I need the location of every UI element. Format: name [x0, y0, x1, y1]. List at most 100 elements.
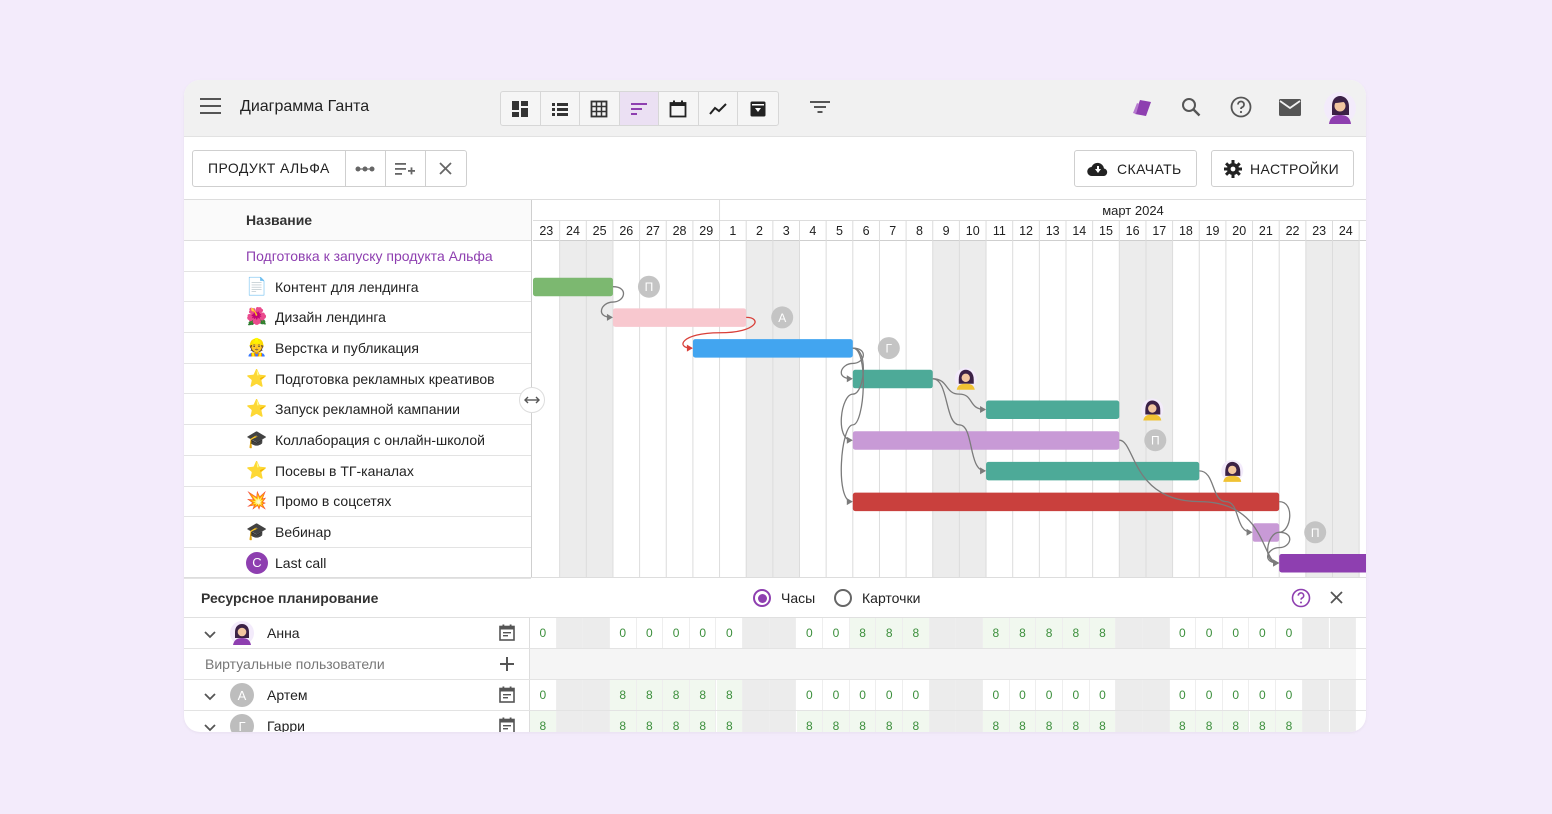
- resource-hours-cell[interactable]: 0: [1276, 618, 1303, 648]
- task-row[interactable]: 💥 Промо в соцсетях: [184, 487, 531, 518]
- resource-hours-cell[interactable]: 0: [1063, 680, 1090, 710]
- task-bar[interactable]: [692, 339, 853, 358]
- task-row[interactable]: 👷 Верстка и публикация: [184, 333, 531, 364]
- task-bar[interactable]: [852, 369, 933, 389]
- settings-button[interactable]: НАСТРОЙКИ: [1211, 150, 1355, 187]
- filter-icon[interactable]: [808, 95, 832, 119]
- resource-hours-cell[interactable]: 8: [903, 618, 930, 648]
- task-row[interactable]: 🌺 Дизайн лендинга: [184, 302, 531, 334]
- task-bar[interactable]: [852, 431, 1120, 450]
- resource-hours-cell[interactable]: 8: [1222, 711, 1250, 732]
- resource-hours-cell[interactable]: 0: [663, 618, 690, 648]
- resource-hours-cell[interactable]: [929, 618, 957, 648]
- resource-hours-cell[interactable]: [743, 618, 770, 648]
- resource-hours-cell[interactable]: 0: [1170, 680, 1197, 710]
- resource-hours-cell[interactable]: [1116, 711, 1143, 732]
- resource-hours-cell[interactable]: 0: [1223, 618, 1250, 648]
- resource-hours-cell[interactable]: [1302, 680, 1330, 710]
- resource-hours-cell[interactable]: 0: [1250, 680, 1277, 710]
- resource-hours-cell[interactable]: 0: [690, 618, 717, 648]
- resource-hours-cell[interactable]: 8: [530, 711, 557, 732]
- close-icon[interactable]: [426, 151, 466, 186]
- search-icon[interactable]: [1179, 95, 1203, 119]
- calendar-icon[interactable]: [499, 717, 515, 732]
- assignee-badge[interactable]: Г: [877, 337, 900, 360]
- resource-hours-cell[interactable]: 0: [1196, 680, 1223, 710]
- chevron-down-icon[interactable]: [204, 626, 216, 642]
- resource-hours-cell[interactable]: 0: [530, 618, 557, 648]
- task-row[interactable]: 📄 Контент для лендинга: [184, 272, 531, 303]
- resource-hours-cell[interactable]: 0: [530, 680, 557, 710]
- resource-hours-cell[interactable]: [743, 680, 770, 710]
- resource-hours-cell[interactable]: [769, 711, 797, 732]
- resource-hours-cell[interactable]: [1302, 711, 1330, 732]
- resource-hours-cell[interactable]: 0: [797, 618, 824, 648]
- resource-hours-cell[interactable]: 0: [823, 680, 850, 710]
- dependencies-icon[interactable]: [346, 151, 386, 186]
- task-row[interactable]: 🎓 Коллаборация с онлайн-школой: [184, 425, 531, 456]
- task-group-row[interactable]: Подготовка к запуску продукта Альфа: [184, 241, 531, 272]
- resource-hours-cell[interactable]: 0: [1010, 680, 1037, 710]
- assignee-avatar[interactable]: [1221, 459, 1244, 482]
- resource-hours-cell[interactable]: [769, 680, 797, 710]
- resource-hours-cell[interactable]: 0: [1223, 680, 1250, 710]
- resource-hours-cell[interactable]: 0: [797, 680, 824, 710]
- resource-hours-cell[interactable]: [929, 711, 957, 732]
- resource-hours-cell[interactable]: [1329, 618, 1357, 648]
- resource-hours-cell[interactable]: 8: [903, 711, 930, 732]
- resource-hours-cell[interactable]: 8: [876, 618, 904, 648]
- resource-hours-cell[interactable]: [929, 680, 957, 710]
- resource-hours-cell[interactable]: 8: [1009, 618, 1037, 648]
- resource-hours-cell[interactable]: 8: [823, 711, 850, 732]
- resource-hours-cell[interactable]: 8: [609, 711, 637, 732]
- download-button[interactable]: СКАЧАТЬ: [1074, 150, 1197, 187]
- resource-hours-cell[interactable]: [1116, 680, 1143, 710]
- help-icon[interactable]: [1229, 95, 1253, 119]
- resource-hours-cell[interactable]: [583, 711, 610, 732]
- resource-hours-cell[interactable]: 0: [823, 618, 850, 648]
- mail-icon[interactable]: [1278, 95, 1302, 119]
- resource-hours-cell[interactable]: 0: [610, 618, 637, 648]
- project-selector[interactable]: ПРОДУКТ АЛЬФА: [193, 151, 346, 186]
- resource-hours-cell[interactable]: 8: [849, 711, 877, 732]
- resource-hours-cell[interactable]: 8: [1089, 618, 1117, 648]
- resource-hours-cell[interactable]: 8: [1169, 711, 1197, 732]
- resource-hours-cell[interactable]: 8: [716, 711, 744, 732]
- resource-hours-cell[interactable]: [769, 618, 797, 648]
- resource-hours-cell[interactable]: 8: [663, 680, 690, 710]
- resource-hours-cell[interactable]: 0: [876, 680, 904, 710]
- resource-hours-cell[interactable]: 8: [636, 680, 664, 710]
- resource-hours-cell[interactable]: 8: [983, 711, 1010, 732]
- resource-hours-cell[interactable]: [1302, 618, 1330, 648]
- resource-hours-cell[interactable]: [556, 618, 584, 648]
- resource-hours-cell[interactable]: 8: [663, 711, 690, 732]
- resource-hours-cell[interactable]: [1142, 711, 1170, 732]
- dashboard-view-icon[interactable]: [501, 92, 541, 125]
- assignee-badge[interactable]: А: [771, 306, 794, 329]
- resource-hours-cell[interactable]: 8: [1036, 711, 1063, 732]
- assignee-badge[interactable]: П: [1304, 521, 1327, 544]
- resource-hours-cell[interactable]: 8: [636, 711, 664, 732]
- close-icon[interactable]: [1330, 591, 1343, 609]
- task-row[interactable]: ⭐ Подготовка рекламных креативов: [184, 364, 531, 395]
- resource-hours-cell[interactable]: [583, 680, 610, 710]
- assignee-avatar[interactable]: [1141, 398, 1164, 421]
- resource-hours-cell[interactable]: [1329, 680, 1357, 710]
- resource-hours-cell[interactable]: 0: [903, 680, 930, 710]
- resource-hours-cell[interactable]: 0: [983, 680, 1010, 710]
- resource-hours-cell[interactable]: [1329, 711, 1357, 732]
- resource-hours-cell[interactable]: 8: [1276, 711, 1303, 732]
- resource-hours-cell[interactable]: 0: [637, 618, 664, 648]
- resource-hours-cell[interactable]: 8: [1063, 711, 1090, 732]
- resource-hours-cell[interactable]: 8: [1009, 711, 1037, 732]
- assignee-badge[interactable]: П: [637, 275, 660, 298]
- cards-logo-icon[interactable]: [1130, 95, 1154, 119]
- task-bar[interactable]: [1252, 523, 1280, 542]
- menu-icon[interactable]: [200, 98, 221, 114]
- task-row[interactable]: C Last call: [184, 548, 531, 579]
- resource-hours-cell[interactable]: 8: [796, 711, 824, 732]
- resource-hours-cell[interactable]: 0: [850, 680, 877, 710]
- resource-hours-cell[interactable]: 8: [689, 680, 717, 710]
- add-task-icon[interactable]: [386, 151, 426, 186]
- resource-hours-cell[interactable]: 8: [609, 680, 637, 710]
